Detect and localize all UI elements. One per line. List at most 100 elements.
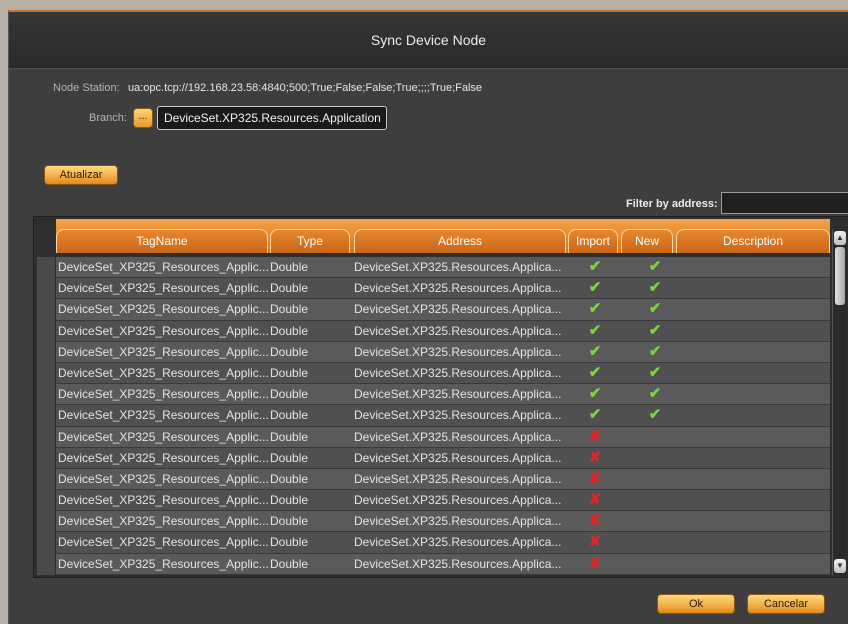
filter-label: Filter by address: xyxy=(626,198,718,210)
cell-address: DeviceSet.XP325.Resources.Applica... xyxy=(354,323,562,338)
cell-address: DeviceSet.XP325.Resources.Applica... xyxy=(354,387,562,402)
cell-tagname: DeviceSet_XP325_Resources_Applic... xyxy=(58,493,268,508)
cell-address: DeviceSet.XP325.Resources.Applica... xyxy=(354,365,562,380)
cell-new: ✔ xyxy=(635,363,675,383)
cell-tagname: DeviceSet_XP325_Resources_Applic... xyxy=(58,344,268,359)
cell-type: Double xyxy=(270,493,309,508)
cell-import: ✔ xyxy=(575,363,615,383)
cell-tagname: DeviceSet_XP325_Resources_Applic... xyxy=(58,514,268,529)
cell-type: Double xyxy=(270,429,309,444)
cell-address: DeviceSet.XP325.Resources.Applica... xyxy=(354,450,562,465)
branch-field[interactable]: DeviceSet.XP325.Resources.Application xyxy=(157,106,387,130)
refresh-button[interactable]: Atualizar xyxy=(44,165,118,185)
column-header-new[interactable]: New xyxy=(621,229,673,253)
column-header-type[interactable]: Type xyxy=(270,229,350,253)
cell-import: ✔ xyxy=(575,299,615,319)
cell-new: ✔ xyxy=(635,257,675,277)
scrollbar-thumb[interactable] xyxy=(835,247,845,305)
cell-tagname: DeviceSet_XP325_Resources_Applic... xyxy=(58,556,268,571)
cell-address: DeviceSet.XP325.Resources.Applica... xyxy=(354,535,562,550)
cell-tagname: DeviceSet_XP325_Resources_Applic... xyxy=(58,260,268,274)
vertical-scrollbar[interactable]: ▲ ▼ xyxy=(832,229,846,575)
cell-address: DeviceSet.XP325.Resources.Applica... xyxy=(354,281,562,296)
cell-tagname: DeviceSet_XP325_Resources_Applic... xyxy=(58,535,268,550)
cell-import: ✘ xyxy=(575,469,615,489)
check-icon: ✔ xyxy=(648,258,662,275)
row-selector-gutter xyxy=(37,257,55,575)
cell-type: Double xyxy=(270,556,309,571)
cross-icon: ✘ xyxy=(588,533,602,551)
cell-type: Double xyxy=(270,450,309,465)
cell-import: ✔ xyxy=(575,257,615,277)
check-icon: ✔ xyxy=(588,385,602,403)
dialog-title: Sync Device Node xyxy=(370,32,487,48)
cell-address: DeviceSet.XP325.Resources.Applica... xyxy=(354,493,562,508)
cross-icon: ✘ xyxy=(588,448,602,466)
column-header-import[interactable]: Import xyxy=(568,229,618,253)
cell-import: ✘ xyxy=(575,427,615,447)
chevron-down-icon[interactable]: ▼ xyxy=(834,559,846,573)
cell-type: Double xyxy=(270,302,309,317)
cell-address: DeviceSet.XP325.Resources.Applica... xyxy=(354,556,562,571)
cell-address: DeviceSet.XP325.Resources.Applica... xyxy=(354,344,562,359)
table-row[interactable]: DeviceSet_XP325_Resources_Applic... Doubl… xyxy=(56,299,830,321)
table-row[interactable]: DeviceSet_XP325_Resources_Applic... Doubl… xyxy=(56,341,830,363)
grid-header: TagName Type Address Import New Descript… xyxy=(56,219,830,253)
table-row[interactable]: DeviceSet_XP325_Resources_Applic... Doubl… xyxy=(56,447,830,469)
cell-new: ✔ xyxy=(635,278,675,298)
check-icon: ✔ xyxy=(648,321,662,339)
table-row[interactable]: DeviceSet_XP325_Resources_Applic... Doubl… xyxy=(56,320,830,342)
ok-button[interactable]: Ok xyxy=(657,594,735,614)
node-station-value: ua:opc.tcp://192.168.23.58:4840;500;True… xyxy=(128,82,483,94)
cell-new: ✔ xyxy=(635,321,675,341)
cell-new: ✔ xyxy=(635,299,675,319)
node-station-label: Node Station: xyxy=(53,82,120,94)
check-icon: ✔ xyxy=(648,406,662,424)
check-icon: ✔ xyxy=(588,279,602,297)
cell-import: ✔ xyxy=(575,405,615,425)
cell-type: Double xyxy=(270,365,309,380)
table-row[interactable]: DeviceSet_XP325_Resources_Applic... Doubl… xyxy=(56,384,830,406)
cell-import: ✔ xyxy=(575,278,615,298)
check-icon: ✔ xyxy=(588,258,602,275)
table-row[interactable]: DeviceSet_XP325_Resources_Applic... Doubl… xyxy=(56,426,830,448)
cell-address: DeviceSet.XP325.Resources.Applica... xyxy=(354,471,562,486)
branch-label: Branch: xyxy=(89,112,127,124)
check-icon: ✔ xyxy=(588,363,602,381)
cell-address: DeviceSet.XP325.Resources.Applica... xyxy=(354,260,562,274)
cell-type: Double xyxy=(270,471,309,486)
table-row[interactable]: DeviceSet_XP325_Resources_Applic... Doubl… xyxy=(56,490,830,512)
table-row[interactable]: DeviceSet_XP325_Resources_Applic... Doubl… xyxy=(56,511,830,533)
cell-tagname: DeviceSet_XP325_Resources_Applic... xyxy=(58,387,268,402)
cell-type: Double xyxy=(270,535,309,550)
branch-browse-button[interactable]: ... xyxy=(133,108,153,128)
column-header-tagname[interactable]: TagName xyxy=(56,229,268,253)
cancel-button[interactable]: Cancelar xyxy=(747,594,825,614)
cell-import: ✘ xyxy=(575,511,615,531)
table-row[interactable]: DeviceSet_XP325_Resources_Applic... Doubl… xyxy=(56,468,830,491)
cell-address: DeviceSet.XP325.Resources.Applica... xyxy=(354,514,562,529)
cell-tagname: DeviceSet_XP325_Resources_Applic... xyxy=(58,450,268,465)
table-row[interactable]: DeviceSet_XP325_Resources_Applic... Doubl… xyxy=(56,278,830,300)
column-header-description[interactable]: Description xyxy=(676,229,830,253)
table-row[interactable]: DeviceSet_XP325_Resources_Applic... Doubl… xyxy=(56,405,830,427)
filter-address-input[interactable] xyxy=(721,192,848,214)
cell-import: ✔ xyxy=(575,342,615,362)
tag-grid: TagName Type Address Import New Descript… xyxy=(33,216,848,578)
chevron-up-icon[interactable]: ▲ xyxy=(834,231,846,245)
cell-new: ✔ xyxy=(635,405,675,425)
check-icon: ✔ xyxy=(588,342,602,360)
column-header-address[interactable]: Address xyxy=(354,229,566,253)
cell-new: ✔ xyxy=(635,384,675,404)
cross-icon: ✘ xyxy=(588,469,602,487)
table-row[interactable]: DeviceSet_XP325_Resources_Applic... Doubl… xyxy=(56,257,830,279)
title-bar: Sync Device Node xyxy=(9,12,848,69)
cell-new: ✔ xyxy=(635,342,675,362)
sync-device-node-dialog: Sync Device Node Node Station: ua:opc.tc… xyxy=(8,10,848,624)
cell-type: Double xyxy=(270,514,309,529)
table-row[interactable]: DeviceSet_XP325_Resources_Applic... Doubl… xyxy=(56,362,830,385)
check-icon: ✔ xyxy=(648,300,662,318)
cross-icon: ✘ xyxy=(588,512,602,530)
table-row[interactable]: DeviceSet_XP325_Resources_Applic... Doubl… xyxy=(56,532,830,554)
table-row[interactable]: DeviceSet_XP325_Resources_Applic... Doubl… xyxy=(56,553,830,575)
